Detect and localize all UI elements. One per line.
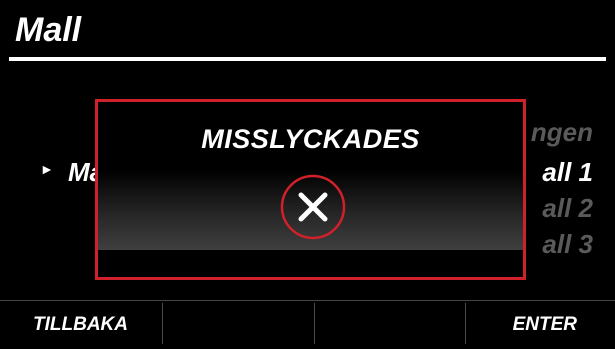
list-item[interactable]: all 3 <box>542 229 593 259</box>
softkey-bar: TILLBAKA ENTER <box>0 300 615 344</box>
softkey-divider <box>162 303 163 344</box>
close-x-circle-icon <box>280 174 346 240</box>
list-item[interactable]: ngen <box>531 117 593 147</box>
enter-button[interactable]: ENTER <box>513 301 577 344</box>
back-button[interactable]: TILLBAKA <box>33 301 128 344</box>
title-divider <box>9 57 606 61</box>
list-item[interactable]: all 2 <box>542 193 593 223</box>
dialog-title: MISSLYCKADES <box>201 124 420 154</box>
softkey-divider <box>314 303 315 344</box>
error-dialog: MISSLYCKADES <box>95 99 526 280</box>
selection-arrow-icon: ► <box>40 161 54 177</box>
page-title: Mall <box>15 11 82 49</box>
softkey-divider <box>465 303 466 344</box>
list-item[interactable]: all 1 <box>542 157 593 187</box>
